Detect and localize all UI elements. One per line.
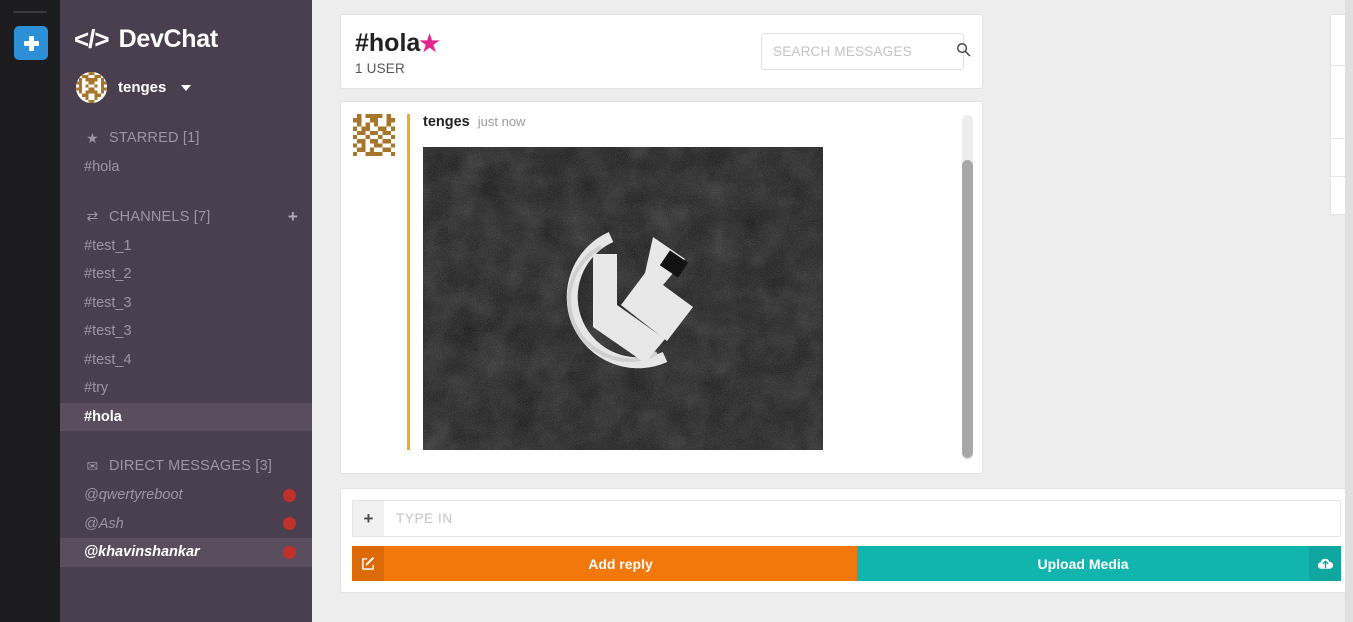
- sidebar-item-test_1[interactable]: #test_1: [60, 232, 312, 261]
- sidebar-item-label: #test_3: [84, 294, 132, 311]
- plus-icon[interactable]: +: [353, 501, 384, 536]
- envelope-icon: ✉: [86, 457, 99, 474]
- search-icon[interactable]: [956, 42, 971, 61]
- brand: </> DevChat: [60, 16, 312, 58]
- rail-divider: [13, 11, 47, 13]
- sidebar-item-hola-starred[interactable]: #hola: [60, 153, 312, 182]
- sidebar-item-test_2[interactable]: #test_2: [60, 260, 312, 289]
- sidebar-item-label: @Ash: [84, 515, 124, 532]
- sidebar-item-try[interactable]: #try: [60, 374, 312, 403]
- left-rail: [0, 0, 60, 622]
- message-body: tenges just now: [407, 114, 982, 450]
- sidebar-section-label: STARRED [1]: [109, 130, 200, 146]
- sidebar-item-test_3[interactable]: #test_3: [60, 289, 312, 318]
- plus-icon: [23, 35, 39, 51]
- main-content: #hola ★ 1 USER SEARCH MESSAGES tenges ju…: [312, 0, 1353, 622]
- search-messages-box[interactable]: [761, 33, 971, 70]
- sidebar-item-qwertyreboot[interactable]: @qwertyreboot: [60, 481, 312, 510]
- add-channel-button[interactable]: +: [288, 207, 298, 227]
- page-title: #hola ★: [355, 29, 440, 58]
- channel-header: #hola ★ 1 USER: [340, 14, 983, 89]
- status-dot-icon: [283, 488, 296, 502]
- code-brackets-icon: </>: [74, 24, 110, 54]
- star-icon: ★: [86, 129, 99, 146]
- composer-actions: Add reply Upload Media: [352, 546, 1341, 581]
- status-dot-icon: [283, 545, 296, 559]
- sidebar-section-direct-messages[interactable]: ✉ DIRECT MESSAGES [3]: [60, 451, 312, 481]
- message-timestamp: just now: [477, 114, 526, 129]
- sidebar-item-label: #test_3: [84, 323, 132, 340]
- message-author[interactable]: tenges: [423, 114, 470, 130]
- message-composer: + Add reply Upload Media: [340, 488, 1353, 593]
- sidebar-item-label: @qwertyreboot: [84, 487, 183, 504]
- search-input[interactable]: [773, 44, 950, 59]
- devchat-app: </> DevChat tenges ★ STARRED [1] #hola ⇄…: [0, 0, 1353, 622]
- sidebar-section-label: CHANNELS [7]: [109, 208, 211, 225]
- sidebar-item-label: #test_1: [84, 237, 132, 254]
- composer-input-row: +: [352, 500, 1341, 537]
- sidebar-item-label: #hola: [84, 408, 122, 425]
- add-reply-label: Add reply: [588, 555, 653, 572]
- message-meta: tenges just now: [423, 114, 982, 134]
- sidebar-section-channels[interactable]: ⇄ CHANNELS [7] +: [60, 202, 312, 232]
- sidebar-item-test_3-dup[interactable]: #test_3: [60, 317, 312, 346]
- message-item: tenges just now: [341, 102, 982, 450]
- sidebar-item-label: #hola: [84, 159, 120, 176]
- message-input[interactable]: [384, 501, 1340, 536]
- member-count: 1 USER: [355, 61, 405, 76]
- upload-media-button[interactable]: Upload Media: [857, 546, 1341, 581]
- add-workspace-button[interactable]: [14, 26, 48, 60]
- sidebar-section-label: DIRECT MESSAGES [3]: [109, 458, 273, 474]
- avatar: [76, 72, 107, 103]
- message-scrollbar-thumb[interactable]: [962, 160, 973, 458]
- chevron-down-icon: [181, 84, 192, 91]
- page-scrollbar[interactable]: [1345, 0, 1353, 622]
- message-attachment-image[interactable]: [423, 147, 823, 450]
- status-dot-icon: [283, 517, 296, 531]
- upload-media-label: Upload Media: [1037, 555, 1129, 572]
- compose-pencil-icon: [352, 546, 384, 581]
- brand-name: DevChat: [118, 24, 219, 53]
- sidebar-section-starred[interactable]: ★ STARRED [1]: [60, 123, 312, 153]
- sidebar-item-hola[interactable]: #hola: [60, 402, 312, 431]
- avatar: [353, 114, 395, 156]
- current-user-menu[interactable]: tenges: [60, 58, 312, 103]
- sidebar-item-label: #try: [84, 380, 109, 397]
- add-reply-button[interactable]: Add reply: [352, 546, 857, 581]
- sidebar-item-test_4[interactable]: #test_4: [60, 346, 312, 375]
- star-icon[interactable]: ★: [419, 32, 440, 55]
- sidebar-item-khavinshankar[interactable]: @khavinshankar: [60, 538, 312, 567]
- message-scrollbar[interactable]: [962, 115, 973, 460]
- sidebar-item-label: #test_4: [84, 351, 132, 368]
- sidebar: </> DevChat tenges ★ STARRED [1] #hola ⇄…: [60, 0, 312, 622]
- sidebar-item-ash[interactable]: @Ash: [60, 510, 312, 539]
- exchange-icon: ⇄: [86, 208, 99, 224]
- current-user-name: tenges: [118, 79, 167, 96]
- channel-header-titles: #hola ★ 1 USER: [355, 29, 440, 76]
- sidebar-item-label: #test_2: [84, 266, 132, 283]
- channel-name: #hola: [355, 29, 421, 57]
- sidebar-item-label: @khavinshankar: [84, 544, 200, 561]
- cloud-upload-icon: [1309, 546, 1341, 581]
- message-list: tenges just now: [340, 101, 983, 474]
